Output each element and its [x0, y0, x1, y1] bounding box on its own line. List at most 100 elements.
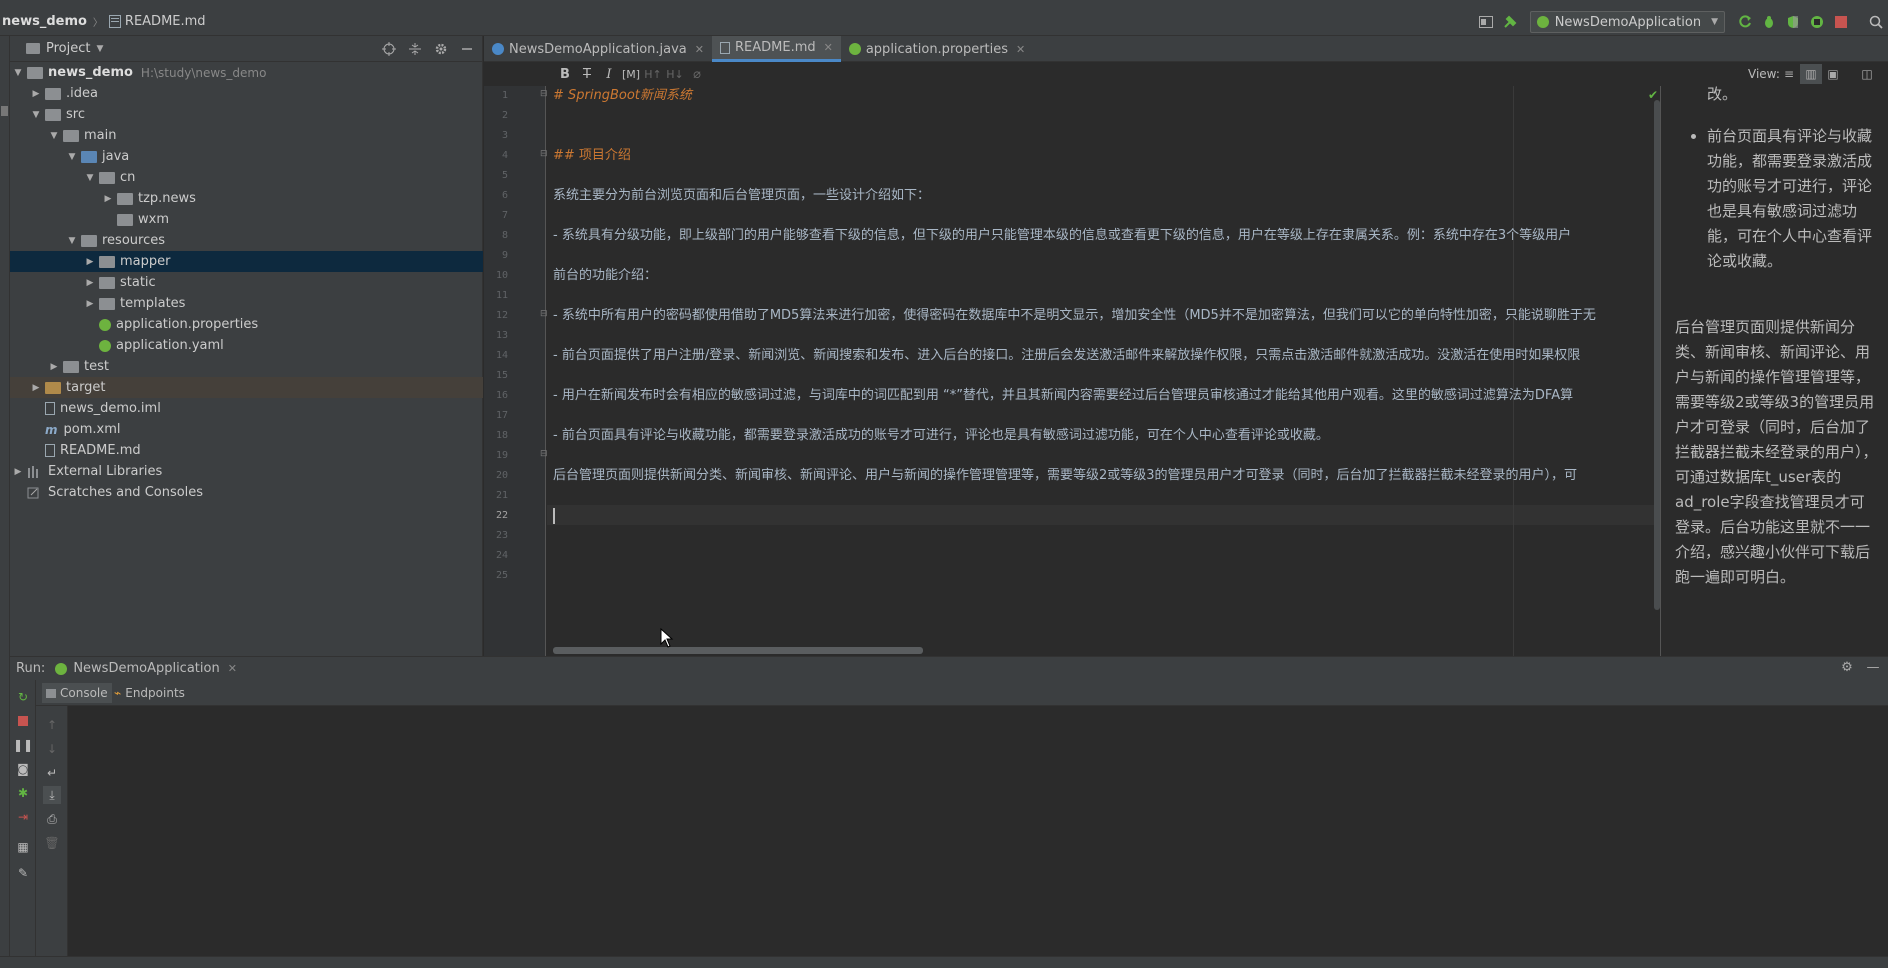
chevron-down-icon[interactable]: ▼ [30, 110, 42, 120]
scroll-to-end-icon[interactable]: ⤓ [43, 786, 61, 804]
italic-icon[interactable]: I [598, 67, 620, 82]
chevron-right-icon[interactable]: ▶ [30, 89, 42, 99]
locate-target-icon[interactable] [380, 40, 398, 58]
chevron-down-icon[interactable]: ▼ [96, 44, 103, 54]
coverage-shield-icon[interactable] [1784, 13, 1802, 31]
close-icon[interactable]: ✕ [1016, 43, 1025, 56]
pause-icon[interactable]: ❚❚ [13, 736, 33, 754]
tree-row-wxm[interactable]: wxm [10, 209, 483, 230]
bold-icon[interactable]: B [554, 67, 576, 82]
run-tab-newsdemoapplication[interactable]: NewsDemoApplication ✕ [55, 661, 237, 676]
chevron-right-icon[interactable]: ▶ [84, 299, 96, 309]
folder-icon [63, 129, 79, 142]
chevron-right-icon[interactable]: ▶ [30, 383, 42, 393]
chevron-down-icon[interactable]: ▼ [12, 68, 24, 78]
close-icon[interactable]: ✕ [824, 41, 833, 54]
run-configuration-select[interactable]: NewsDemoApplication ▼ [1529, 11, 1725, 33]
debug-bug-icon[interactable]: ✱ [14, 784, 32, 802]
hide-panel-icon[interactable] [458, 40, 476, 58]
tab-application-properties[interactable]: application.properties ✕ [841, 36, 1033, 62]
header-up-icon[interactable]: H↑ [642, 68, 664, 81]
editor-and-preview-icon[interactable]: ▥ [1800, 64, 1822, 84]
console-output[interactable] [68, 706, 1888, 956]
trash-icon[interactable]: 🗑 [43, 834, 61, 852]
tab-console[interactable]: Console [42, 683, 112, 703]
editor-only-icon[interactable]: ≡ [1778, 64, 1800, 84]
up-arrow-icon[interactable]: ↑ [43, 716, 61, 734]
tree-row-tzp-news[interactable]: ▶ tzp.news [10, 188, 483, 209]
tree-label: wxm [138, 212, 169, 227]
chevron-right-icon[interactable]: ▶ [12, 467, 24, 477]
down-arrow-icon[interactable]: ↓ [43, 740, 61, 758]
collapse-all-icon[interactable] [406, 40, 424, 58]
close-icon[interactable]: ✕ [228, 662, 237, 675]
tree-row-scratches[interactable]: Scratches and Consoles [10, 482, 483, 503]
tree-row-templates[interactable]: ▶ templates [10, 293, 483, 314]
breadcrumb-project[interactable]: news_demo [2, 14, 87, 29]
chevron-down-icon[interactable]: ▼ [48, 131, 60, 141]
header-down-icon[interactable]: H↓ [664, 68, 686, 81]
preview-only-icon[interactable]: ▣ [1822, 64, 1844, 84]
camera-icon[interactable]: ◙ [14, 760, 32, 778]
run-toolbar-primary: ↻ ❚❚ ◙ ✱ ⇥ ▦ ✎ [10, 680, 36, 956]
chevron-right-icon[interactable]: ▶ [48, 362, 60, 372]
layout-toggle-icon[interactable]: ◫ [1856, 64, 1878, 84]
line-number: 9 [501, 250, 508, 261]
project-panel-title[interactable]: Project [46, 41, 90, 56]
tab-endpoints[interactable]: ⌁ Endpoints [110, 683, 189, 703]
tree-row-cn[interactable]: ▼ cn [10, 167, 483, 188]
tab-readme-md[interactable]: README.md ✕ [711, 36, 841, 62]
tree-row-resources[interactable]: ▼ resources [10, 230, 483, 251]
tree-row-idea[interactable]: ▶ .idea [10, 83, 483, 104]
tree-row-readme-md[interactable]: README.md [10, 440, 483, 461]
tree-row-test[interactable]: ▶ test [10, 356, 483, 377]
tree-row-external-libraries[interactable]: ▶ External Libraries [10, 461, 483, 482]
tree-row-target[interactable]: ▶ target [10, 377, 483, 398]
chevron-right-icon[interactable]: ▶ [84, 257, 96, 267]
chevron-down-icon[interactable]: ▼ [84, 173, 96, 183]
project-structure-icon[interactable] [1477, 13, 1495, 31]
markdown-toolbar: B T I [M] H↑ H↓ ⌀ View: ≡ ▥ ▣ ◫ [484, 62, 1888, 86]
chevron-right-icon[interactable]: ▶ [102, 194, 114, 204]
tree-row-static[interactable]: ▶ static [10, 272, 483, 293]
rerun-icon[interactable] [1736, 13, 1754, 31]
tree-row-main[interactable]: ▼ main [10, 125, 483, 146]
current-line-highlight [547, 505, 1657, 525]
markdown-editor[interactable]: # SpringBoot新闻系统 ## 项目介绍 系统主要分为前台浏览页面和后台… [547, 86, 1657, 656]
search-everywhere-icon[interactable] [1867, 13, 1885, 31]
debug-bug-icon[interactable] [1760, 13, 1778, 31]
code-icon[interactable]: [M] [620, 68, 642, 81]
stop-icon[interactable] [14, 712, 32, 730]
rerun-icon[interactable]: ↻ [14, 688, 32, 706]
chevron-down-icon[interactable]: ▼ [66, 236, 78, 246]
gear-icon[interactable] [432, 40, 450, 58]
stop-icon[interactable] [1832, 13, 1850, 31]
soft-wrap-icon[interactable]: ↵ [43, 764, 61, 782]
profile-icon[interactable] [1808, 13, 1826, 31]
tree-row-mapper[interactable]: ▶ mapper [10, 251, 483, 272]
tree-row-pom-xml[interactable]: m pom.xml [10, 419, 483, 440]
close-icon[interactable]: ✕ [695, 43, 704, 56]
exit-icon[interactable]: ⇥ [14, 808, 32, 826]
tab-newsdemoapplication-java[interactable]: NewsDemoApplication.java ✕ [484, 36, 712, 62]
tree-row-application-properties[interactable]: application.properties [10, 314, 483, 335]
tree-row-java[interactable]: ▼ java [10, 146, 483, 167]
tree-row-application-yaml[interactable]: application.yaml [10, 335, 483, 356]
strikethrough-icon[interactable]: T [576, 67, 598, 82]
breadcrumb-file[interactable]: README.md [125, 14, 206, 29]
chevron-right-icon[interactable]: ▶ [84, 278, 96, 288]
line-number: 11 [495, 290, 508, 301]
tree-row-src[interactable]: ▼ src [10, 104, 483, 125]
build-hammer-icon[interactable] [1501, 13, 1519, 31]
pin-icon[interactable]: ✎ [14, 864, 32, 882]
layout-icon[interactable]: ▦ [14, 838, 32, 856]
tree-row-news-demo-iml[interactable]: news_demo.iml [10, 398, 483, 419]
horizontal-scrollbar[interactable] [553, 647, 923, 654]
link-icon[interactable]: ⌀ [686, 67, 708, 82]
tree-row-news-demo[interactable]: ▼ news_demo H:\study\news_demo [10, 62, 483, 83]
editor-line-18: - 前台页面具有评论与收藏功能，都需要登录激活成功的账号才可进行，评论也是具有敏… [553, 428, 1329, 443]
gear-icon[interactable]: ⚙ [1838, 660, 1856, 675]
hide-panel-icon[interactable]: — [1864, 660, 1882, 675]
print-icon[interactable]: ⎙ [43, 810, 61, 828]
chevron-down-icon[interactable]: ▼ [66, 152, 78, 162]
